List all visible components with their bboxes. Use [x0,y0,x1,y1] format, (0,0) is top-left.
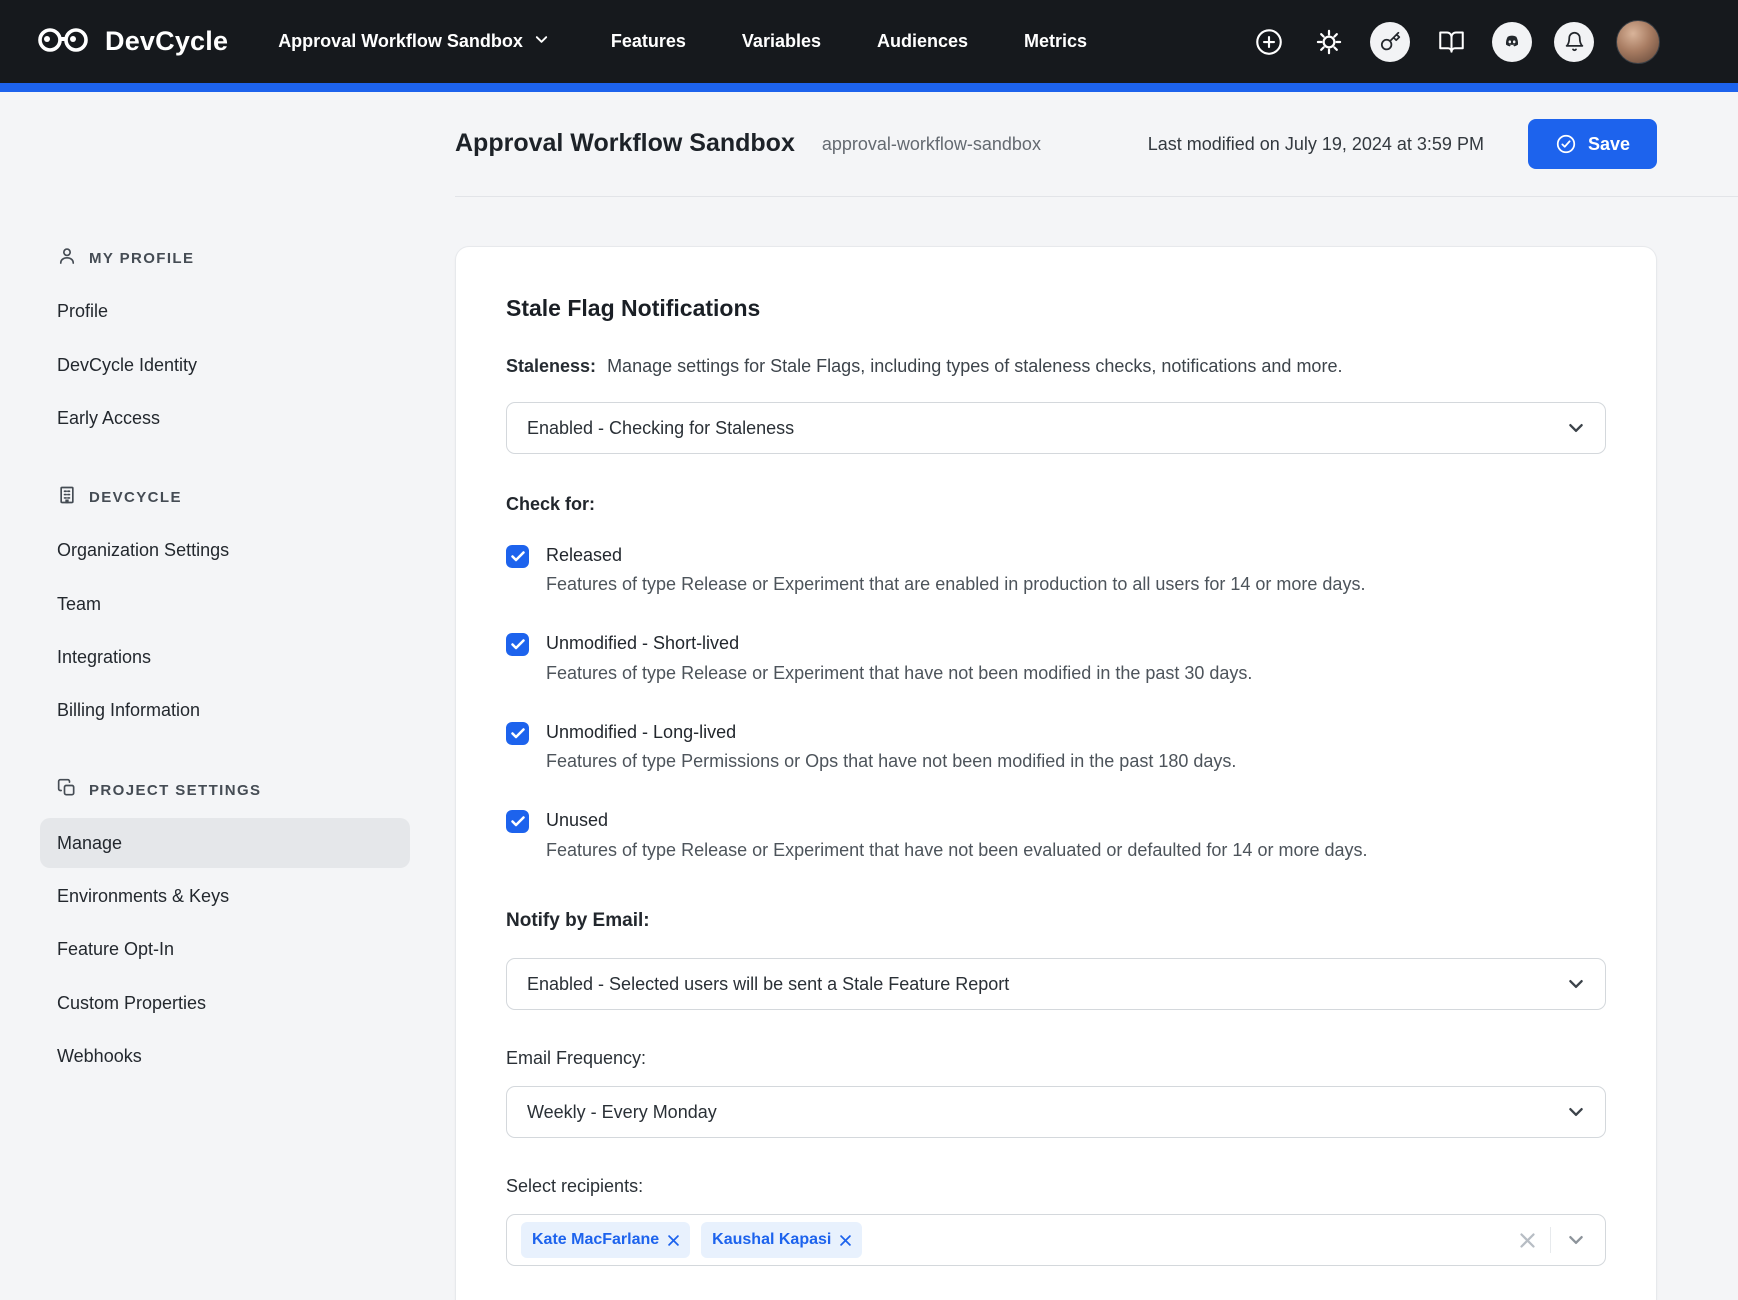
api-key-icon[interactable] [1370,22,1410,62]
check-description: Features of type Release or Experiment t… [546,838,1368,862]
save-button-label: Save [1588,134,1630,155]
sidebar-item-early-access[interactable]: Early Access [40,393,410,443]
brand-home-link[interactable]: DevCycle [36,22,228,61]
check-row-released: Released Features of type Release or Exp… [506,543,1606,597]
select-recipients-label: Select recipients: [506,1174,1606,1198]
settings-sidebar: MY PROFILE Profile DevCycle Identity Ear… [0,92,455,1300]
page-title: Approval Workflow Sandbox [455,127,795,161]
check-row-unused: Unused Features of type Release or Exper… [506,808,1606,862]
staleness-select[interactable]: Enabled - Checking for Staleness [506,402,1606,454]
brand-name: DevCycle [105,23,228,59]
devcycle-logo-icon [36,22,92,61]
sidebar-item-environments-keys[interactable]: Environments & Keys [40,871,410,921]
check-for-label: Check for: [506,492,1606,516]
staleness-description: Staleness: Manage settings for Stale Fla… [506,354,1606,378]
staleness-label: Staleness: [506,356,596,376]
page-header: Approval Workflow Sandbox approval-workf… [455,92,1738,197]
remove-recipient-icon[interactable] [840,1235,851,1246]
person-icon [57,246,77,272]
add-circle-icon[interactable] [1250,23,1288,61]
chevron-down-icon [1567,1103,1585,1121]
project-selector[interactable]: Approval Workflow Sandbox [278,29,549,53]
check-description: Features of type Release or Experiment t… [546,572,1365,596]
recipient-name: Kaushal Kapasi [712,1229,831,1251]
settings-gear-icon[interactable] [1310,23,1348,61]
nav-metrics[interactable]: Metrics [1024,29,1087,53]
check-label: Unmodified - Long-lived [546,720,1236,744]
email-frequency-select[interactable]: Weekly - Every Monday [506,1086,1606,1138]
sidebar-section-label: MY PROFILE [89,249,194,269]
check-row-unmodified-long-lived: Unmodified - Long-lived Features of type… [506,720,1606,774]
recipients-multiselect[interactable]: Kate MacFarlane Kaushal Kapasi [506,1214,1606,1266]
sidebar-item-profile[interactable]: Profile [40,286,410,336]
building-icon [57,485,77,511]
recipient-name: Kate MacFarlane [532,1229,659,1251]
check-row-unmodified-short-lived: Unmodified - Short-lived Features of typ… [506,631,1606,685]
chevron-down-icon [534,29,549,53]
docs-book-icon[interactable] [1432,23,1470,61]
sidebar-item-webhooks[interactable]: Webhooks [40,1031,410,1081]
card-title: Stale Flag Notifications [506,293,1606,324]
checkbox-released[interactable] [506,545,529,568]
sidebar-item-team[interactable]: Team [40,579,410,629]
checkbox-unmodified-long-lived[interactable] [506,722,529,745]
chevron-down-icon[interactable] [1551,1225,1595,1255]
app-root: DevCycle Approval Workflow Sandbox Featu… [0,0,1738,1300]
frequency-select-value: Weekly - Every Monday [527,1100,717,1124]
project-slug: approval-workflow-sandbox [822,132,1041,156]
nav-features[interactable]: Features [611,29,686,53]
last-modified-text: Last modified on July 19, 2024 at 3:59 P… [1148,132,1484,156]
check-label: Unmodified - Short-lived [546,631,1252,655]
remove-recipient-icon[interactable] [668,1235,679,1246]
check-description: Features of type Release or Experiment t… [546,661,1252,685]
sidebar-item-billing-information[interactable]: Billing Information [40,685,410,735]
notify-select-value: Enabled - Selected users will be sent a … [527,972,1009,996]
user-avatar[interactable] [1616,20,1660,64]
navbar-icon-group [1250,20,1698,64]
sidebar-section-label: DEVCYCLE [89,488,182,508]
multiselect-controls [1505,1225,1595,1255]
recipient-chip: Kaushal Kapasi [701,1222,862,1258]
sidebar-item-manage[interactable]: Manage [40,818,410,868]
top-navbar: DevCycle Approval Workflow Sandbox Featu… [0,0,1738,83]
staleness-select-value: Enabled - Checking for Staleness [527,416,794,440]
sidebar-section-devcycle: DEVCYCLE Organization Settings Team Inte… [40,485,410,735]
checkbox-unused[interactable] [506,810,529,833]
stale-flag-settings-card: Stale Flag Notifications Staleness: Mana… [455,246,1657,1300]
sidebar-section-project-settings: PROJECT SETTINGS Manage Environments & K… [40,778,410,1082]
checkbox-unmodified-short-lived[interactable] [506,633,529,656]
discord-icon[interactable] [1492,22,1532,62]
project-selector-label: Approval Workflow Sandbox [278,29,523,53]
notifications-bell-icon[interactable] [1554,22,1594,62]
clear-all-icon[interactable] [1505,1227,1550,1254]
check-description: Features of type Permissions or Ops that… [546,749,1236,773]
sidebar-item-devcycle-identity[interactable]: DevCycle Identity [40,340,410,390]
check-label: Released [546,543,1365,567]
nav-audiences[interactable]: Audiences [877,29,968,53]
notify-by-email-label: Notify by Email: [506,908,1606,934]
sidebar-item-integrations[interactable]: Integrations [40,632,410,682]
check-circle-icon [1555,133,1577,155]
recipient-chip: Kate MacFarlane [521,1222,690,1258]
primary-nav: Features Variables Audiences Metrics [611,29,1087,53]
notify-by-email-select[interactable]: Enabled - Selected users will be sent a … [506,958,1606,1010]
sidebar-item-custom-properties[interactable]: Custom Properties [40,978,410,1028]
copy-icon [57,778,77,804]
accent-bar [0,83,1738,92]
sidebar-item-organization-settings[interactable]: Organization Settings [40,525,410,575]
email-frequency-label: Email Frequency: [506,1046,1606,1070]
check-label: Unused [546,808,1368,832]
nav-variables[interactable]: Variables [742,29,821,53]
chevron-down-icon [1567,419,1585,437]
sidebar-item-feature-opt-in[interactable]: Feature Opt-In [40,924,410,974]
sidebar-section-label: PROJECT SETTINGS [89,781,261,801]
save-button[interactable]: Save [1528,119,1657,169]
sidebar-section-my-profile: MY PROFILE Profile DevCycle Identity Ear… [40,246,410,443]
chevron-down-icon [1567,975,1585,993]
